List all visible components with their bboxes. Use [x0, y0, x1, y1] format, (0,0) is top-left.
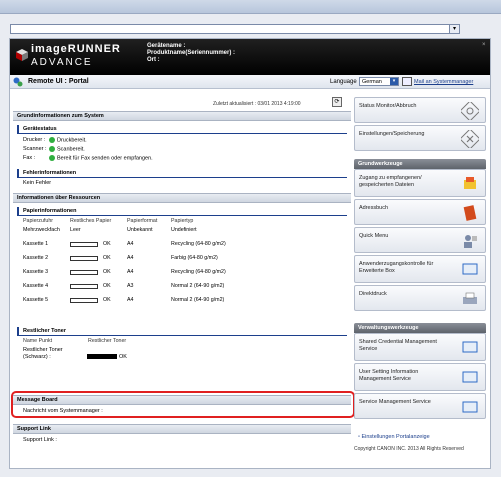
printer-icon [463, 292, 477, 304]
section-resources: Informationen über Ressourcen [13, 193, 351, 203]
monitor-icon [462, 371, 478, 383]
paper-level-bar [70, 284, 98, 289]
status-monitor-icon [461, 102, 479, 120]
col-remaining: Restliches Papier [70, 218, 112, 224]
language-value: German [362, 79, 382, 85]
section-message-board: Message Board [13, 395, 351, 405]
section-support-link: Support Link [13, 424, 351, 434]
col-type: Papiertyp [171, 218, 194, 224]
refresh-button[interactable]: ⟳ [332, 97, 342, 107]
language-label: Language [330, 79, 357, 85]
status-ok-icon [49, 146, 55, 152]
device-name-label: Gerätename : [147, 43, 186, 49]
address-dropdown-icon[interactable]: ▾ [449, 25, 459, 33]
product-name-label: Produktname(Seriennummer) : [147, 50, 236, 56]
toner-level-bar [87, 354, 117, 360]
paper-level-bar [70, 256, 98, 261]
browser-frame: ▾ imageRUNNER ADVANCE Gerätename : Produ… [0, 0, 501, 477]
toner-row: Restlicher Toner (Schwarz) : OK [23, 347, 127, 360]
address-bar[interactable]: ▾ [10, 24, 460, 34]
brand-subtitle: ADVANCE [31, 57, 93, 68]
status-ok-icon [49, 155, 55, 161]
side-menu: Status Monitor/Abbruch Einstellungen/Spe… [354, 91, 490, 461]
monitor-icon [462, 401, 478, 413]
basic-tools-header: Grundwerkzeuge [354, 159, 486, 169]
section-basic-info: Grundinformationen zum System [13, 111, 351, 121]
portal-icon [13, 77, 23, 87]
close-icon[interactable]: × [482, 42, 488, 48]
language-select[interactable]: German ▾ [359, 77, 399, 86]
copyright-text: Copyright CANON INC. 2013 All Rights Res… [354, 446, 464, 452]
status-row-scanner: Scanner : Scanbereit. [23, 146, 85, 153]
address-book-button[interactable]: Adressbuch [354, 199, 486, 225]
admin-tools-header: Verwaltungswerkzeuge [354, 323, 486, 333]
quick-menu-icon [464, 235, 477, 248]
quick-menu-button[interactable]: Quick Menu [354, 227, 486, 253]
mail-icon[interactable] [402, 77, 412, 86]
shared-credential-button[interactable]: Shared Credential Management Service [354, 333, 486, 361]
status-row-fax: Fax : Bereit für Fax senden oder empfange… [23, 155, 153, 162]
device-info: Gerätename : Produktname(Seriennummer) :… [147, 43, 235, 64]
divider [17, 335, 347, 336]
col-size: Papierformat [127, 218, 158, 224]
canon-cube-logo [16, 49, 28, 61]
main-content: Zuletzt aktualisiert : 03/01 2013 4:19:0… [11, 91, 355, 461]
divider [17, 215, 347, 216]
settings-icon [461, 130, 479, 148]
paper-level-bar [70, 298, 98, 303]
device-status-title: Gerätestatus [17, 125, 57, 133]
col-source: Papierzufuhr [23, 218, 54, 224]
toner-col-remaining: Restlicher Toner [88, 338, 127, 344]
browser-toolbar [0, 0, 501, 14]
paper-level-bar [70, 270, 98, 275]
stored-files-button[interactable]: Zugang zu empfangenen/ gespeicherten Dat… [354, 169, 486, 197]
user-setting-info-button[interactable]: User Setting Information Management Serv… [354, 363, 486, 391]
error-value: Kein Fehler [23, 180, 52, 186]
message-board-label: Nachricht vom Systemmanager : [23, 408, 103, 414]
address-book-icon [463, 205, 477, 221]
last-updated-text: Zuletzt aktualisiert : 03/01 2013 4:19:0… [213, 101, 301, 107]
monitor-icon [462, 341, 478, 353]
brand-name: imageRUNNER [31, 43, 121, 55]
files-icon [464, 177, 476, 189]
header: imageRUNNER ADVANCE Gerätename : Produkt… [10, 39, 490, 75]
error-info-title: Fehlerinformationen [17, 169, 76, 177]
direct-print-button[interactable]: Direktdruck [354, 285, 486, 311]
mail-to-manager-link[interactable]: Mail an Systemmanager [414, 79, 473, 85]
divider [17, 133, 347, 134]
advanced-box-access-button[interactable]: Anwenderzugangskontrolle für Erweiterte … [354, 255, 486, 283]
portal-titlebar: Remote UI : Portal Language German ▾ Mai… [10, 75, 490, 89]
paper-info-title: Papierinformationen [17, 207, 76, 215]
page-title: Remote UI : Portal [28, 78, 89, 85]
divider [17, 177, 347, 178]
portal-display-settings-link[interactable]: ▫ Einstellungen Portalanzeige [358, 434, 430, 440]
status-monitor-button[interactable]: Status Monitor/Abbruch [354, 97, 486, 123]
monitor-icon [462, 263, 478, 275]
service-management-button[interactable]: Service Management Service [354, 393, 486, 419]
settings-registration-button[interactable]: Einstellungen/Speicherung [354, 125, 486, 151]
status-row-printer: Drucker : Druckbereit. [23, 137, 87, 144]
status-ok-icon [49, 137, 55, 143]
chevron-down-icon: ▾ [390, 78, 398, 85]
support-link-label: Support Link : [23, 437, 57, 443]
toner-title: Restlicher Toner [17, 327, 66, 335]
location-label: Ort : [147, 57, 160, 63]
toner-col-name: Name Punkt [23, 338, 53, 344]
remote-ui-page: imageRUNNER ADVANCE Gerätename : Produkt… [9, 38, 491, 469]
paper-level-bar [70, 242, 98, 247]
